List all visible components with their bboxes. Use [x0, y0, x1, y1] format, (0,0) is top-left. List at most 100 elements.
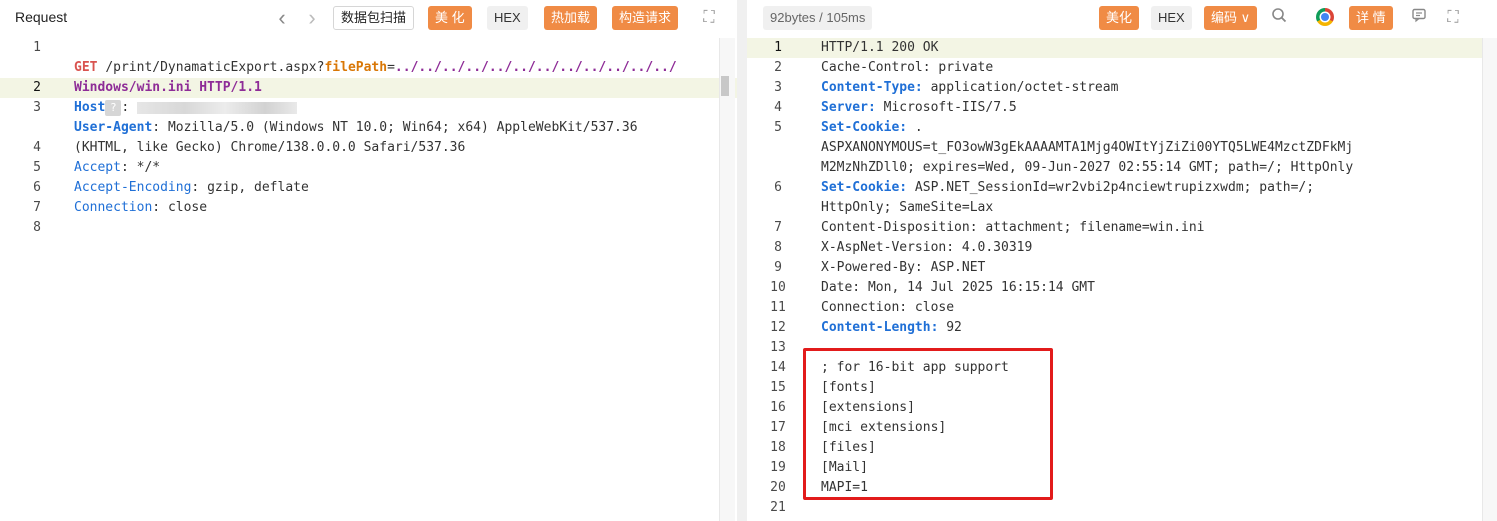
- line-text: X-Powered-By: ASP.NET: [821, 260, 986, 275]
- response-line-text: Connection: close: [821, 298, 954, 318]
- request-editor[interactable]: 1 2 3 4 5 6 7 8 GET /print/DynamaticExpo…: [0, 38, 737, 521]
- line-text: Content-Disposition: attachment; filenam…: [821, 220, 1205, 235]
- line-number: 17: [770, 420, 786, 435]
- chrome-icon[interactable]: [1316, 8, 1334, 26]
- line-text: .: [907, 120, 923, 135]
- beautify-button[interactable]: 美 化: [428, 6, 472, 30]
- line-number: 13: [770, 340, 786, 355]
- line-number: 12: [770, 320, 786, 335]
- line-text: M2MzNhZDll0; expires=Wed, 09-Jun-2027 02…: [821, 160, 1354, 175]
- response-line: 12 Content-Length: 92: [747, 318, 1497, 338]
- accept-encoding-header: Accept-Encoding: gzip, deflate: [0, 158, 737, 195]
- line-number: 15: [770, 380, 786, 395]
- response-line: 10 Date: Mon, 14 Jul 2025 16:15:14 GMT: [747, 278, 1497, 298]
- line-number: 6: [774, 180, 782, 195]
- request-line-cont: Windows/win.ini HTTP/1.1: [0, 58, 737, 95]
- response-line: ASPXANONYMOUS=t_FO3owW3gEkAAAAMTA1Mjg4OW…: [747, 138, 1497, 158]
- header-key: Server:: [821, 100, 876, 115]
- accept-header: Accept: */*: [0, 138, 737, 175]
- line-number: 11: [770, 300, 786, 315]
- line-text: Cache-Control: private: [821, 60, 994, 75]
- response-line-text: Content-Disposition: attachment; filenam…: [821, 218, 1205, 238]
- request-pane: Request ‹ › 数据包扫描 美 化 HEX 热加载 构造请求 ⛶ 1 2…: [0, 0, 737, 521]
- line-text: application/octet-stream: [922, 80, 1119, 95]
- response-line-text: M2MzNhZDll0; expires=Wed, 09-Jun-2027 02…: [821, 158, 1353, 178]
- encoding-dropdown[interactable]: 编码 ∨: [1204, 6, 1258, 30]
- line-text: ASP.NET_SessionId=wr2vbi2p4nciewtrupizxw…: [907, 180, 1315, 195]
- line-number: 1: [774, 40, 782, 55]
- colon: :: [152, 200, 161, 215]
- hex-button[interactable]: HEX: [487, 6, 528, 30]
- pane-divider[interactable]: [737, 0, 747, 521]
- packet-scan-button[interactable]: 数据包扫描: [333, 6, 415, 30]
- expand-icon[interactable]: ⛶: [698, 7, 720, 29]
- response-line: 7 Content-Disposition: attachment; filena…: [747, 218, 1497, 238]
- line-number: 19: [770, 460, 786, 475]
- chevron-left-icon[interactable]: ‹: [271, 7, 293, 29]
- user-agent-cont: (KHTML, like Gecko) Chrome/138.0.0.0 Saf…: [0, 118, 737, 155]
- chevron-right-icon[interactable]: ›: [301, 7, 323, 29]
- response-scrollbar[interactable]: [1482, 38, 1497, 521]
- header-key: Set-Cookie:: [821, 180, 908, 195]
- line-number: 9: [774, 260, 782, 275]
- user-agent-header: User-Agent: Mozilla/5.0 (Windows NT 10.0…: [0, 98, 737, 135]
- header-value: close: [167, 200, 208, 215]
- line-text: Microsoft-IIS/7.5: [875, 100, 1017, 115]
- expand-icon[interactable]: ⛶: [1442, 7, 1464, 29]
- line-text: Connection: close: [821, 300, 955, 315]
- request-title: Request: [15, 9, 68, 25]
- line-text: ASPXANONYMOUS=t_FO3owW3gEkAAAAMTA1Mjg4OW…: [821, 140, 1354, 155]
- response-line-text: Content-Type: application/octet-stream: [821, 78, 1118, 98]
- response-line: M2MzNhZDll0; expires=Wed, 09-Jun-2027 02…: [747, 158, 1497, 178]
- line-number: 14: [770, 360, 786, 375]
- response-line-text: Content-Length: 92: [821, 318, 962, 338]
- line-text: X-AspNet-Version: 4.0.30319: [821, 240, 1033, 255]
- search-icon[interactable]: [1268, 7, 1290, 29]
- response-stats: 92bytes / 105ms: [763, 6, 873, 30]
- line-number: 4: [774, 100, 782, 115]
- line-number: 2: [774, 60, 782, 75]
- response-line: 8 X-AspNet-Version: 4.0.30319: [747, 238, 1497, 258]
- response-line: 3 Content-Type: application/octet-stream: [747, 78, 1497, 98]
- response-line: 2 Cache-Control: private: [747, 58, 1497, 78]
- line-number: 10: [770, 280, 786, 295]
- host-header: Host?:: [0, 78, 737, 116]
- header-key: Content-Length:: [821, 320, 939, 335]
- response-line-text: Set-Cookie: .: [821, 118, 923, 138]
- line-number: 3: [774, 80, 782, 95]
- header-key: Content-Type:: [821, 80, 923, 95]
- response-line: HttpOnly; SameSite=Lax: [747, 198, 1497, 218]
- response-toolbar: 92bytes / 105ms 美化 HEX 编码 ∨ 详 情 ⛶: [747, 0, 1497, 36]
- line-text: 92: [938, 320, 962, 335]
- response-line-text: Cache-Control: private: [821, 58, 993, 78]
- response-line-text: Server: Microsoft-IIS/7.5: [821, 98, 1017, 118]
- build-request-button[interactable]: 构造请求: [612, 6, 679, 30]
- request-toolbar: Request ‹ › 数据包扫描 美 化 HEX 热加载 构造请求 ⛶: [0, 0, 737, 36]
- header-key: Set-Cookie:: [821, 120, 908, 135]
- line-number: 8: [774, 240, 782, 255]
- response-line-text: ASPXANONYMOUS=t_FO3owW3gEkAAAAMTA1Mjg4OW…: [821, 138, 1353, 158]
- request-scrollbar[interactable]: [719, 38, 735, 521]
- response-line: 6 Set-Cookie: ASP.NET_SessionId=wr2vbi2p4…: [747, 178, 1497, 198]
- request-scroll-thumb[interactable]: [721, 76, 729, 96]
- connection-header: Connection: close: [0, 178, 737, 215]
- line-number: 18: [770, 440, 786, 455]
- line-text: HTTP/1.1 200 OK: [821, 40, 939, 55]
- response-line: 5 Set-Cookie: .: [747, 118, 1497, 138]
- response-line: 11 Connection: close: [747, 298, 1497, 318]
- response-line-text: HTTP/1.1 200 OK: [821, 38, 938, 58]
- header-key-connection: Connection: [74, 200, 153, 215]
- comment-icon[interactable]: [1408, 7, 1430, 29]
- response-line-text: Date: Mon, 14 Jul 2025 16:15:14 GMT: [821, 278, 1095, 298]
- response-line-text: HttpOnly; SameSite=Lax: [821, 198, 993, 218]
- line-text: HttpOnly; SameSite=Lax: [821, 200, 994, 215]
- response-line-text: Set-Cookie: ASP.NET_SessionId=wr2vbi2p4n…: [821, 178, 1314, 198]
- response-beautify-button[interactable]: 美化: [1099, 6, 1140, 30]
- line-number: 20: [770, 480, 786, 495]
- hot-load-button[interactable]: 热加载: [544, 6, 598, 30]
- highlight-box: [803, 348, 1053, 500]
- request-line: GET /print/DynamaticExport.aspx?filePath…: [0, 38, 737, 75]
- response-line-text: X-Powered-By: ASP.NET: [821, 258, 985, 278]
- details-button[interactable]: 详 情: [1349, 6, 1393, 30]
- response-hex-button[interactable]: HEX: [1151, 6, 1192, 30]
